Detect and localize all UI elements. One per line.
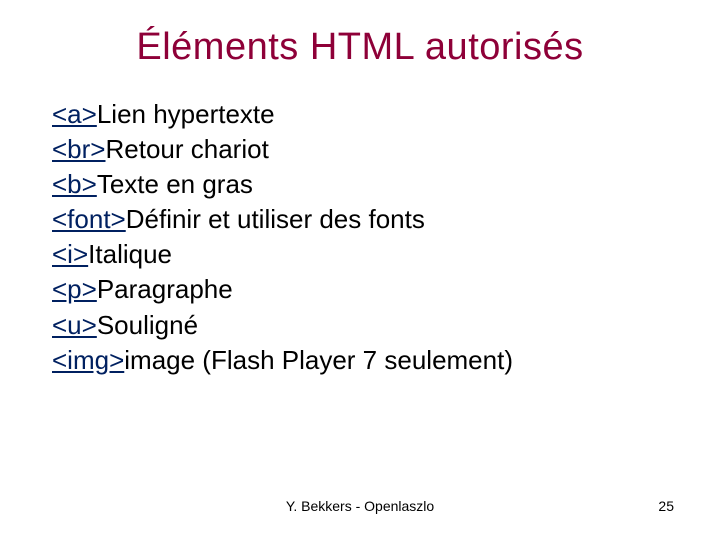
desc: Texte en gras: [97, 169, 253, 199]
tag-p: <p>: [52, 274, 97, 304]
tag-i: <i>: [52, 239, 88, 269]
list-item: <b>Texte en gras: [52, 167, 680, 202]
list-item: <u>Souligné: [52, 308, 680, 343]
footer: Y. Bekkers - Openlaszlo 25: [0, 498, 720, 514]
tag-a: <a>: [52, 99, 97, 129]
desc: image (Flash Player 7 seulement): [124, 345, 513, 375]
tag-b: <b>: [52, 169, 97, 199]
slide-title: Éléments HTML autorisés: [40, 26, 680, 69]
desc: Souligné: [97, 310, 198, 340]
list-item: <i>Italique: [52, 237, 680, 272]
desc: Paragraphe: [97, 274, 233, 304]
tag-br: <br>: [52, 134, 106, 164]
list-item: <font>Définir et utiliser des fonts: [52, 202, 680, 237]
list-item: <img>image (Flash Player 7 seulement): [52, 343, 680, 378]
slide: Éléments HTML autorisés <a>Lien hypertex…: [0, 0, 720, 540]
desc: Définir et utiliser des fonts: [126, 204, 425, 234]
list-item: <br>Retour chariot: [52, 132, 680, 167]
page-number: 25: [658, 498, 674, 514]
desc: Lien hypertexte: [97, 99, 275, 129]
tag-font: <font>: [52, 204, 126, 234]
desc: Retour chariot: [106, 134, 269, 164]
tag-img: <img>: [52, 345, 124, 375]
desc: Italique: [88, 239, 172, 269]
tag-u: <u>: [52, 310, 97, 340]
list-item: <a>Lien hypertexte: [52, 97, 680, 132]
list-item: <p>Paragraphe: [52, 272, 680, 307]
footer-author: Y. Bekkers - Openlaszlo: [286, 498, 434, 514]
content-list: <a>Lien hypertexte <br>Retour chariot <b…: [40, 97, 680, 378]
